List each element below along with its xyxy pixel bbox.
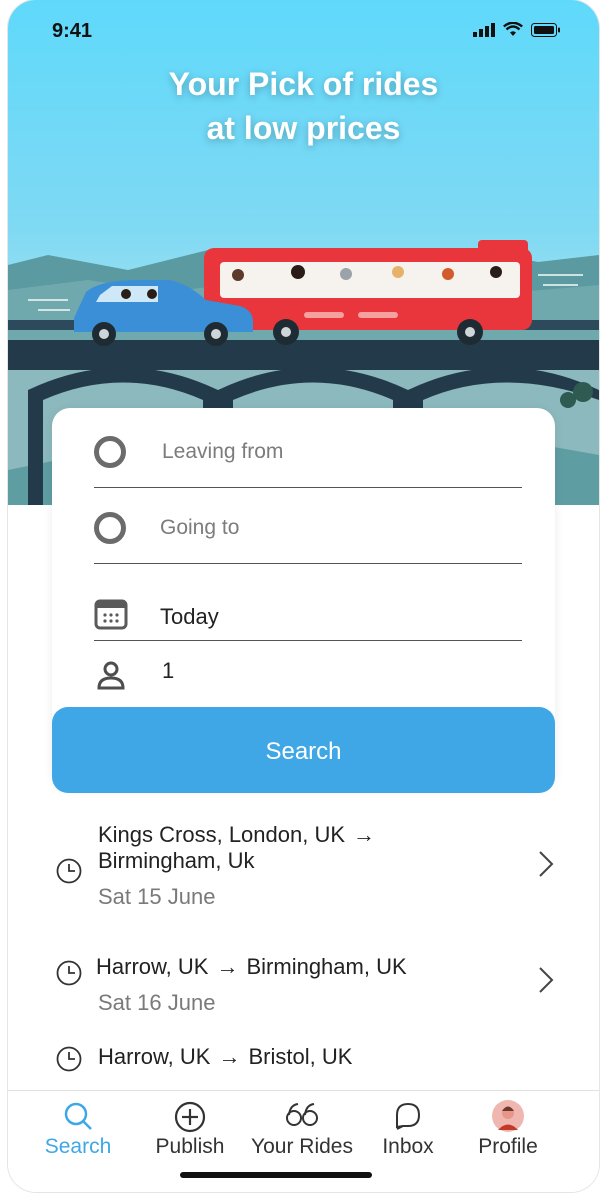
chevron-right-icon [539,851,554,877]
status-bar: 9:41 [8,0,599,60]
route-from: Kings Cross, London, UK [98,822,346,847]
clock-icon [56,960,82,986]
route-arrow: → [353,822,376,847]
tab-label: Profile [478,1135,538,1158]
route-to: Birmingham, UK [246,954,407,979]
search-icon [64,1102,92,1130]
passengers-value: 1 [162,658,175,683]
tab-publish[interactable]: Publish [130,1091,250,1181]
wifi-icon [503,22,523,36]
route-arrow: → [218,1044,241,1069]
leaving-from-field[interactable]: Leaving from [94,430,522,488]
chevron-right-icon [539,967,554,993]
leaving-from-placeholder: Leaving from [162,440,284,463]
route-from: Harrow, UK [96,954,209,979]
route-from: Harrow, UK [98,1044,211,1069]
recent-route-line1: Kings Cross, London, UK → [98,822,383,848]
date-field[interactable]: Today [94,594,522,641]
going-to-field[interactable]: Going to [94,506,522,564]
quote-icon [286,1103,318,1126]
hero-title-line1: Your Pick of rides [168,66,439,102]
destination-circle-icon [94,512,126,544]
tab-label: Your Rides [251,1135,353,1158]
hero-title: Your Pick of rides at low prices [8,62,599,150]
date-value: Today [160,604,219,629]
clock-icon [56,1046,82,1072]
home-indicator [180,1172,372,1178]
route-date: Sat 15 June [98,884,216,909]
tab-search[interactable]: Search [18,1091,138,1181]
route-to: Birmingham, Uk [98,848,255,873]
plus-circle-icon [174,1101,206,1133]
origin-circle-icon [94,436,126,468]
phone-screen: 9:41 Your Pick of rides at low prices Le… [8,0,599,1192]
tab-your-rides[interactable]: Your Rides [242,1091,362,1181]
passengers-field[interactable]: 1 [94,656,522,696]
signal-icon [473,22,495,37]
recent-route-line: Harrow, UK → Bristol, UK [98,1044,352,1070]
tab-profile[interactable]: Profile [448,1091,568,1181]
battery-icon [531,22,560,37]
recent-route-line: Harrow, UK → Birmingham, UK [96,954,407,980]
recent-search-item[interactable]: Harrow, UK → Bristol, UK [8,1040,599,1080]
person-icon [97,661,125,690]
clock-icon [56,858,82,884]
tab-label: Search [44,1135,112,1158]
calendar-icon [94,599,128,630]
recent-search-item[interactable]: Harrow, UK → Birmingham, UK Sat 16 June [8,948,599,1028]
tab-label: Publish [155,1135,225,1158]
search-button[interactable]: Search [52,707,555,793]
status-time: 9:41 [52,20,93,42]
going-to-placeholder: Going to [160,516,240,539]
hero-title-line2: at low prices [206,110,401,146]
route-date: Sat 16 June [98,990,216,1015]
route-to: Bristol, UK [248,1044,353,1069]
recent-search-item[interactable]: Kings Cross, London, UK → Birmingham, Uk … [8,818,599,914]
avatar-icon [492,1100,524,1132]
route-arrow: → [216,954,239,979]
chat-icon [396,1102,421,1130]
